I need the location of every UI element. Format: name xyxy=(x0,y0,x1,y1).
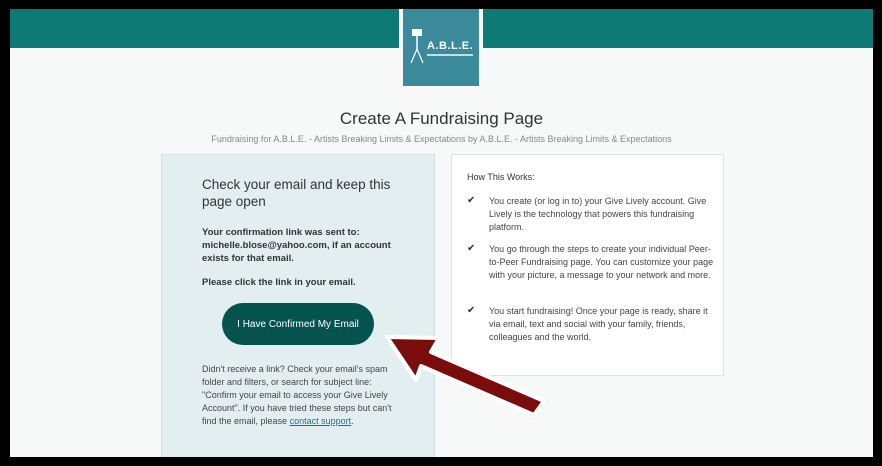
checkmark-icon: ✔ xyxy=(467,243,476,254)
click-link-instruction: Please click the link in your email. xyxy=(202,277,356,288)
help-end: . xyxy=(351,416,354,426)
browser-viewport: A.B.L.E. Create A Fundraising Page Fundr… xyxy=(10,9,873,457)
step-text: You go through the steps to create your … xyxy=(489,244,714,280)
checkmark-icon: ✔ xyxy=(467,305,476,316)
tripod-icon xyxy=(410,29,424,64)
contact-support-link[interactable]: contact support xyxy=(290,416,352,426)
step-text: You create (or log in to) your Give Live… xyxy=(489,196,707,232)
checkmark-icon: ✔ xyxy=(467,195,476,206)
logo: A.B.L.E. xyxy=(399,9,483,90)
card-heading: Check your email and keep this page open xyxy=(202,177,391,209)
help-text: Didn't receive a link? Check your email'… xyxy=(202,363,402,428)
how-it-works-card: How This Works: ✔ You create (or log in … xyxy=(451,154,724,376)
email-address: michelle.blose@yahoo.com xyxy=(202,240,327,251)
logo-text: A.B.L.E. xyxy=(427,40,474,52)
logo-background: A.B.L.E. xyxy=(403,9,479,86)
logo-tagline-line xyxy=(427,54,473,56)
confirmation-sent-text: Your confirmation link was sent to: mich… xyxy=(202,226,412,265)
sent-prefix: Your confirmation link was sent to: xyxy=(202,227,360,238)
confirm-email-button[interactable]: I Have Confirmed My Email xyxy=(222,303,374,345)
step-text: You start fundraising! Once your page is… xyxy=(489,306,708,342)
page-title: Create A Fundraising Page xyxy=(339,109,544,128)
page-subtitle: Fundraising for A.B.L.E. - Artists Break… xyxy=(211,134,672,144)
confirm-email-card: Check your email and keep this page open… xyxy=(161,154,435,457)
how-it-works-title: How This Works: xyxy=(467,172,535,182)
